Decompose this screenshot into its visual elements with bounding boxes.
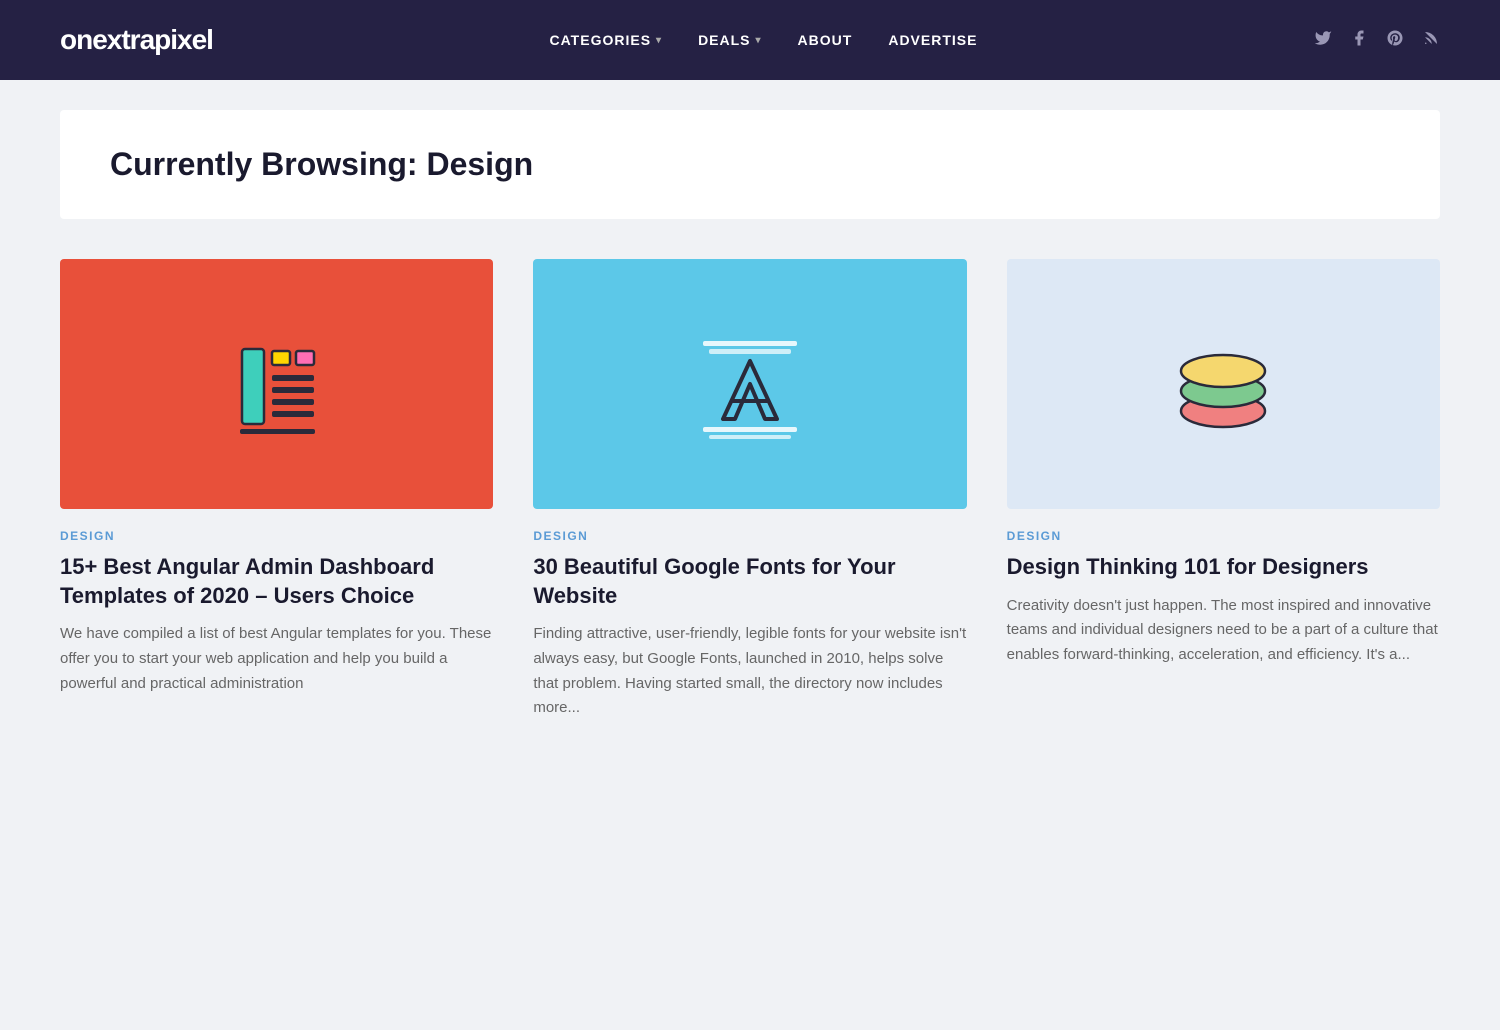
- card-1-title: 15+ Best Angular Admin Dashboard Templat…: [60, 553, 493, 610]
- nav-about[interactable]: ABOUT: [798, 32, 853, 48]
- hero-banner: Currently Browsing: Design: [60, 110, 1440, 219]
- cards-grid: DESIGN 15+ Best Angular Admin Dashboard …: [60, 259, 1440, 721]
- twitter-icon[interactable]: [1314, 29, 1332, 52]
- card-2-excerpt: Finding attractive, user-friendly, legib…: [533, 622, 966, 721]
- page-title: Currently Browsing: Design: [110, 146, 1390, 183]
- card-2-title: 30 Beautiful Google Fonts for Your Websi…: [533, 553, 966, 610]
- card-1[interactable]: DESIGN 15+ Best Angular Admin Dashboard …: [60, 259, 493, 721]
- card-3-category: DESIGN: [1007, 529, 1440, 543]
- nav-advertise[interactable]: ADVERTISE: [888, 32, 977, 48]
- card-2[interactable]: DESIGN 30 Beautiful Google Fonts for You…: [533, 259, 966, 721]
- site-header: onextrapixel CATEGORIES ▾ DEALS ▾ ABOUT …: [0, 0, 1500, 80]
- card-3[interactable]: DESIGN Design Thinking 101 for Designers…: [1007, 259, 1440, 721]
- card-3-image: [1007, 259, 1440, 509]
- pinterest-icon[interactable]: [1386, 29, 1404, 52]
- facebook-icon[interactable]: [1350, 29, 1368, 52]
- main-nav: CATEGORIES ▾ DEALS ▾ ABOUT ADVERTISE: [550, 32, 978, 48]
- card-1-excerpt: We have compiled a list of best Angular …: [60, 622, 493, 696]
- card-1-category: DESIGN: [60, 529, 493, 543]
- rss-icon[interactable]: [1422, 29, 1440, 52]
- chevron-down-icon: ▾: [756, 35, 762, 46]
- content-area: DESIGN 15+ Best Angular Admin Dashboard …: [0, 219, 1500, 761]
- card-1-image: [60, 259, 493, 509]
- chevron-down-icon: ▾: [656, 35, 662, 46]
- layers-svg-icon: [1158, 319, 1288, 449]
- card-3-excerpt: Creativity doesn't just happen. The most…: [1007, 594, 1440, 668]
- card-2-image: [533, 259, 966, 509]
- nav-deals[interactable]: DEALS ▾: [698, 32, 761, 48]
- card-2-category: DESIGN: [533, 529, 966, 543]
- dashboard-svg-icon: [212, 319, 342, 449]
- card-3-title: Design Thinking 101 for Designers: [1007, 553, 1440, 582]
- site-logo[interactable]: onextrapixel: [60, 24, 213, 56]
- social-links: [1314, 29, 1440, 52]
- nav-categories[interactable]: CATEGORIES ▾: [550, 32, 663, 48]
- font-svg-icon: [685, 319, 815, 449]
